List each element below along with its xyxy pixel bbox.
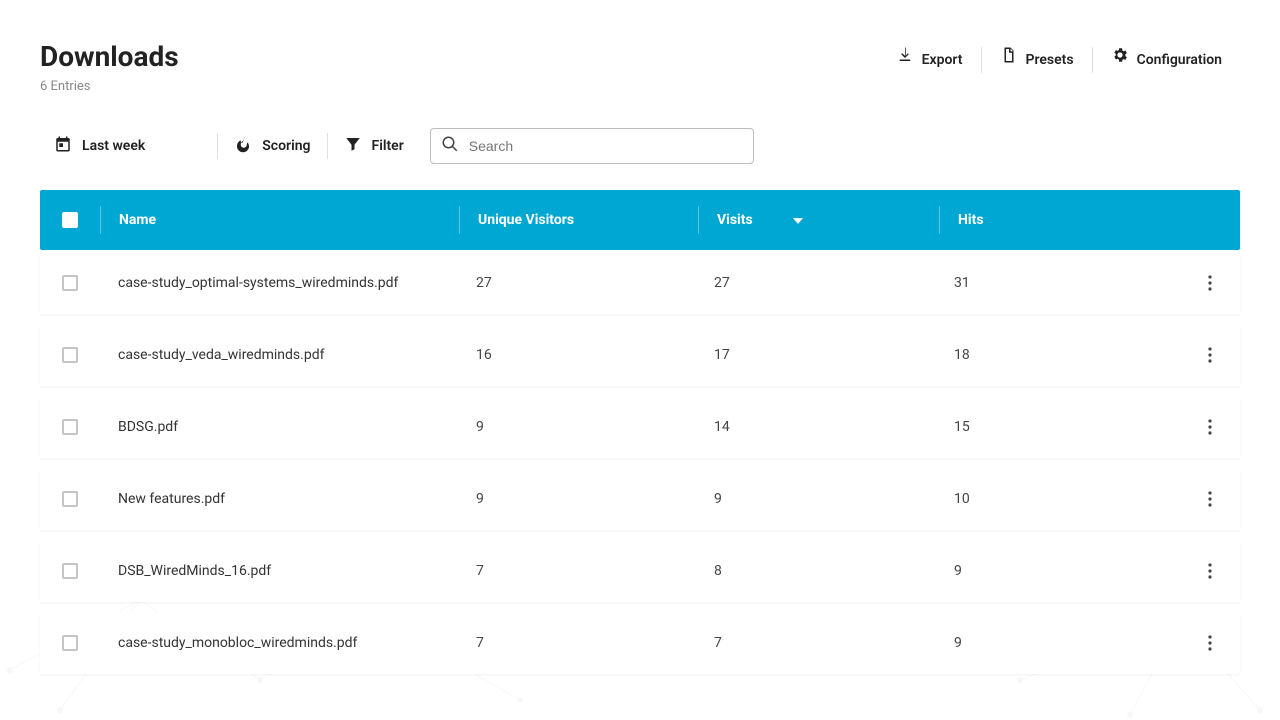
table-row[interactable]: case-study_monobloc_wiredminds.pdf779 <box>40 612 1240 674</box>
fire-icon <box>234 135 252 157</box>
file-icon <box>1000 46 1018 74</box>
column-header-name-label: Name <box>119 212 156 228</box>
search-input[interactable] <box>467 137 743 155</box>
table-header: Name Unique Visitors Visits Hits <box>40 190 1240 250</box>
separator <box>327 133 328 159</box>
cell-unique-visitors: 9 <box>458 491 696 507</box>
table-row[interactable]: BDSG.pdf91415 <box>40 396 1240 458</box>
cell-hits: 31 <box>936 275 1171 291</box>
page-title: Downloads <box>40 40 179 73</box>
column-header-visits[interactable]: Visits <box>699 190 939 250</box>
row-checkbox[interactable] <box>62 635 78 651</box>
cell-name: case-study_optimal-systems_wiredminds.pd… <box>100 275 458 291</box>
cell-unique-visitors: 7 <box>458 563 696 579</box>
separator <box>217 133 218 159</box>
cell-name: BDSG.pdf <box>100 419 458 435</box>
calendar-icon <box>54 135 72 157</box>
presets-button[interactable]: Presets <box>982 46 1092 74</box>
cell-visits: 27 <box>696 275 936 291</box>
more-vertical-icon <box>1208 275 1212 291</box>
row-checkbox[interactable] <box>62 563 78 579</box>
downloads-table: Name Unique Visitors Visits Hits case-st… <box>40 190 1240 674</box>
select-all-checkbox[interactable] <box>62 212 78 228</box>
more-vertical-icon <box>1208 347 1212 363</box>
gear-icon <box>1111 46 1129 74</box>
cell-unique-visitors: 16 <box>458 347 696 363</box>
cell-visits: 8 <box>696 563 936 579</box>
column-header-hits-label: Hits <box>958 212 984 228</box>
filter-label: Filter <box>372 138 404 154</box>
download-icon <box>896 46 914 74</box>
table-row[interactable]: DSB_WiredMinds_16.pdf789 <box>40 540 1240 602</box>
cell-hits: 18 <box>936 347 1171 363</box>
export-button[interactable]: Export <box>878 46 981 74</box>
funnel-icon <box>344 135 362 157</box>
cell-name: New features.pdf <box>100 491 458 507</box>
cell-name: case-study_veda_wiredminds.pdf <box>100 347 458 363</box>
row-more-button[interactable] <box>1198 343 1222 367</box>
cell-unique-visitors: 7 <box>458 635 696 651</box>
scoring-button[interactable]: Scoring <box>220 128 324 164</box>
configuration-button[interactable]: Configuration <box>1093 46 1240 74</box>
column-header-name[interactable]: Name <box>101 190 459 250</box>
column-header-uv-label: Unique Visitors <box>478 212 574 228</box>
row-more-button[interactable] <box>1198 415 1222 439</box>
row-more-button[interactable] <box>1198 271 1222 295</box>
configuration-label: Configuration <box>1137 46 1222 74</box>
cell-unique-visitors: 9 <box>458 419 696 435</box>
row-more-button[interactable] <box>1198 487 1222 511</box>
cell-visits: 9 <box>696 491 936 507</box>
column-header-hits[interactable]: Hits <box>940 190 1175 250</box>
more-vertical-icon <box>1208 419 1212 435</box>
date-range-label: Last week <box>82 138 145 154</box>
date-range-button[interactable]: Last week <box>40 128 159 164</box>
more-vertical-icon <box>1208 491 1212 507</box>
scoring-label: Scoring <box>262 138 310 154</box>
table-row[interactable]: case-study_optimal-systems_wiredminds.pd… <box>40 252 1240 314</box>
sort-desc-icon <box>793 212 803 228</box>
row-checkbox[interactable] <box>62 419 78 435</box>
search-field[interactable] <box>430 128 754 164</box>
row-checkbox[interactable] <box>62 275 78 291</box>
more-vertical-icon <box>1208 563 1212 579</box>
table-row[interactable]: New features.pdf9910 <box>40 468 1240 530</box>
cell-name: DSB_WiredMinds_16.pdf <box>100 563 458 579</box>
row-more-button[interactable] <box>1198 631 1222 655</box>
more-vertical-icon <box>1208 635 1212 651</box>
presets-label: Presets <box>1026 46 1074 74</box>
search-icon <box>441 135 467 157</box>
table-row[interactable]: case-study_veda_wiredminds.pdf161718 <box>40 324 1240 386</box>
cell-visits: 7 <box>696 635 936 651</box>
row-checkbox[interactable] <box>62 347 78 363</box>
cell-hits: 9 <box>936 563 1171 579</box>
cell-visits: 14 <box>696 419 936 435</box>
column-header-unique-visitors[interactable]: Unique Visitors <box>460 190 698 250</box>
row-checkbox[interactable] <box>62 491 78 507</box>
row-more-button[interactable] <box>1198 559 1222 583</box>
column-header-visits-label: Visits <box>717 212 753 228</box>
entries-count: 6 Entries <box>40 79 179 94</box>
cell-unique-visitors: 27 <box>458 275 696 291</box>
export-label: Export <box>922 46 963 74</box>
cell-hits: 9 <box>936 635 1171 651</box>
cell-visits: 17 <box>696 347 936 363</box>
filter-button[interactable]: Filter <box>330 128 418 164</box>
cell-hits: 10 <box>936 491 1171 507</box>
cell-hits: 15 <box>936 419 1171 435</box>
cell-name: case-study_monobloc_wiredminds.pdf <box>100 635 458 651</box>
